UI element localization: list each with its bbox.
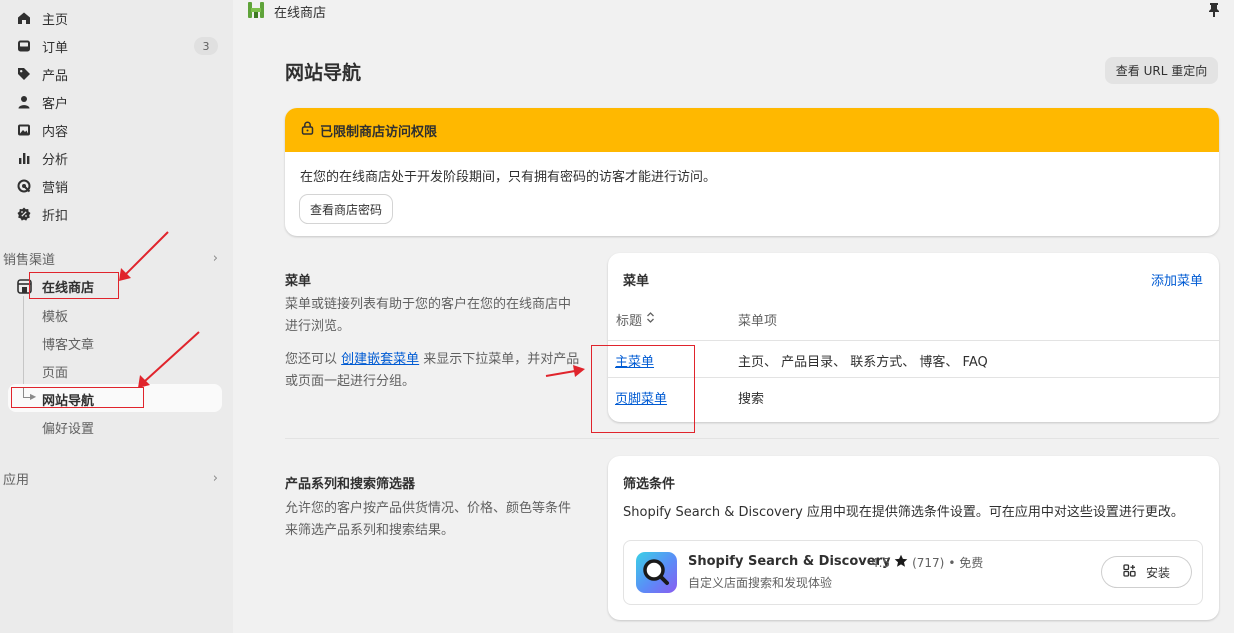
chevron-right-icon: › <box>212 251 218 266</box>
sidebar-item-orders[interactable]: 订单 <box>0 34 68 58</box>
view-url-redirects-button[interactable]: 查看 URL 重定向 <box>1105 57 1218 84</box>
chevron-right-icon: › <box>212 471 218 486</box>
target-icon <box>16 178 32 194</box>
footer-menu-items: 搜索 <box>738 392 765 407</box>
sidebar-subitem-pages[interactable]: 页面 <box>42 362 68 381</box>
tag-icon <box>16 66 32 82</box>
add-menu-link[interactable]: 添加菜单 <box>1151 270 1203 289</box>
menus-section-title: 菜单 <box>285 274 312 289</box>
sidebar-item-label: 折扣 <box>42 208 69 224</box>
sidebar-item-products[interactable]: 产品 <box>0 62 68 86</box>
sales-channels-header[interactable]: 销售渠道 › <box>3 249 218 268</box>
banner-body: 在您的在线商店处于开发阶段期间，只有拥有密码的访客才能进行访问。 查看商店密码 <box>285 152 1219 236</box>
app-price: • 免费 <box>948 556 984 570</box>
apps-icon <box>1123 564 1136 580</box>
sidebar-subitem-preferences[interactable]: 偏好设置 <box>42 418 94 437</box>
filters-section-desc: 允许您的客户按产品供货情况、价格、颜色等条件来筛选产品系列和搜索结果。 <box>285 501 572 538</box>
sidebar-item-label: 营销 <box>42 180 69 196</box>
rating-value: 4.5 <box>871 555 891 570</box>
sidebar-item-customers[interactable]: 客户 <box>0 90 68 114</box>
sidebar-item-label: 内容 <box>42 124 69 140</box>
table-divider <box>608 377 1219 378</box>
review-count: (717) <box>912 555 945 570</box>
menus-section-desc: 菜单或链接列表有助于您的客户在您的在线商店中进行浏览。 <box>285 297 572 334</box>
home-icon <box>16 10 32 26</box>
store-name: 在线商店 <box>274 6 327 21</box>
table-divider <box>608 340 1219 341</box>
filters-card: 筛选条件 Shopify Search & Discovery 应用中现在提供筛… <box>608 456 1219 620</box>
app-subtitle: 自定义店面搜索和发现体验 <box>688 576 833 590</box>
sidebar-item-label: 分析 <box>42 152 69 168</box>
sidebar-item-content[interactable]: 内容 <box>0 118 68 142</box>
orders-count-badge: 3 <box>194 37 218 55</box>
lock-icon <box>301 121 314 139</box>
menus-card: 菜单 添加菜单 标题 菜单项 主菜单 主页、 产品目录、 联系方式、 博客、 F… <box>608 253 1219 422</box>
person-icon <box>16 94 32 110</box>
filters-section-title: 产品系列和搜索筛选器 <box>285 477 416 492</box>
apps-label: 应用 <box>3 473 30 488</box>
annotation-box-online-store <box>29 272 119 299</box>
install-label: 安装 <box>1145 565 1170 580</box>
store-access-banner: 已限制商店访问权限 在您的在线商店处于开发阶段期间，只有拥有密码的访客才能进行访… <box>285 108 1219 236</box>
sidebar-item-discounts[interactable]: 折扣 <box>0 202 68 226</box>
sidebar-subitem-themes[interactable]: 模板 <box>42 306 68 325</box>
nested-menu-desc: 您还可以 创建嵌套菜单 来显示下拉菜单，并对产品或页面一起进行分组。 <box>285 349 580 393</box>
section-divider <box>285 438 1219 439</box>
column-header-title[interactable]: 标题 <box>616 310 655 329</box>
sidebar-item-analytics[interactable]: 分析 <box>0 146 68 170</box>
discount-icon <box>16 206 32 222</box>
app-name: Shopify Search & Discovery <box>688 554 891 569</box>
column-header-items: 菜单项 <box>738 314 778 329</box>
pin-icon[interactable] <box>1207 2 1221 18</box>
sort-icon <box>646 311 655 328</box>
inbox-icon <box>16 38 32 54</box>
nested-menu-desc-pre: 您还可以 <box>285 352 342 367</box>
page-title: 网站导航 <box>285 62 362 84</box>
sidebar-item-marketing[interactable]: 营销 <box>0 174 68 198</box>
sidebar: 主页 订单 3 产品 客户 内容 分析 营销 折扣 销售渠道 › 在线商店 ▶ … <box>0 0 233 633</box>
install-button[interactable]: 安装 <box>1102 557 1191 587</box>
sidebar-item-label: 客户 <box>42 96 69 112</box>
column-title-label: 标题 <box>616 314 643 329</box>
banner-title: 已限制商店访问权限 <box>320 124 438 140</box>
sidebar-subitem-blog-posts[interactable]: 博客文章 <box>42 334 94 353</box>
star-icon <box>894 554 908 571</box>
sidebar-item-label: 产品 <box>42 68 69 84</box>
create-nested-menu-link[interactable]: 创建嵌套菜单 <box>341 352 419 367</box>
app-rating: 4.5 (717) • 免费 <box>871 554 983 571</box>
annotation-box-menu-links <box>591 345 695 433</box>
sales-channels-label: 销售渠道 <box>3 253 56 268</box>
apps-header[interactable]: 应用 › <box>3 469 218 488</box>
search-discovery-app-icon <box>636 552 677 593</box>
filters-card-title: 筛选条件 <box>623 477 676 492</box>
bar-chart-icon <box>16 150 32 166</box>
main-menu-items: 主页、 产品目录、 联系方式、 博客、 FAQ <box>738 355 988 370</box>
image-icon <box>16 122 32 138</box>
annotation-box-navigation <box>11 387 144 408</box>
sidebar-item-label: 订单 <box>42 40 69 56</box>
banner-header: 已限制商店访问权限 <box>285 108 1219 152</box>
tree-line <box>23 296 24 397</box>
sidebar-item-home[interactable]: 主页 <box>0 6 68 30</box>
filters-card-desc: Shopify Search & Discovery 应用中现在提供筛选条件设置… <box>623 505 1184 520</box>
store-logo-icon <box>248 2 264 18</box>
app-listing[interactable]: Shopify Search & Discovery 4.5 (717) • 免… <box>623 540 1203 605</box>
sidebar-item-label: 主页 <box>42 12 69 28</box>
banner-text: 在您的在线商店处于开发阶段期间，只有拥有密码的访客才能进行访问。 <box>300 170 717 185</box>
menus-card-title: 菜单 <box>623 274 650 289</box>
view-store-password-button[interactable]: 查看商店密码 <box>300 195 393 223</box>
